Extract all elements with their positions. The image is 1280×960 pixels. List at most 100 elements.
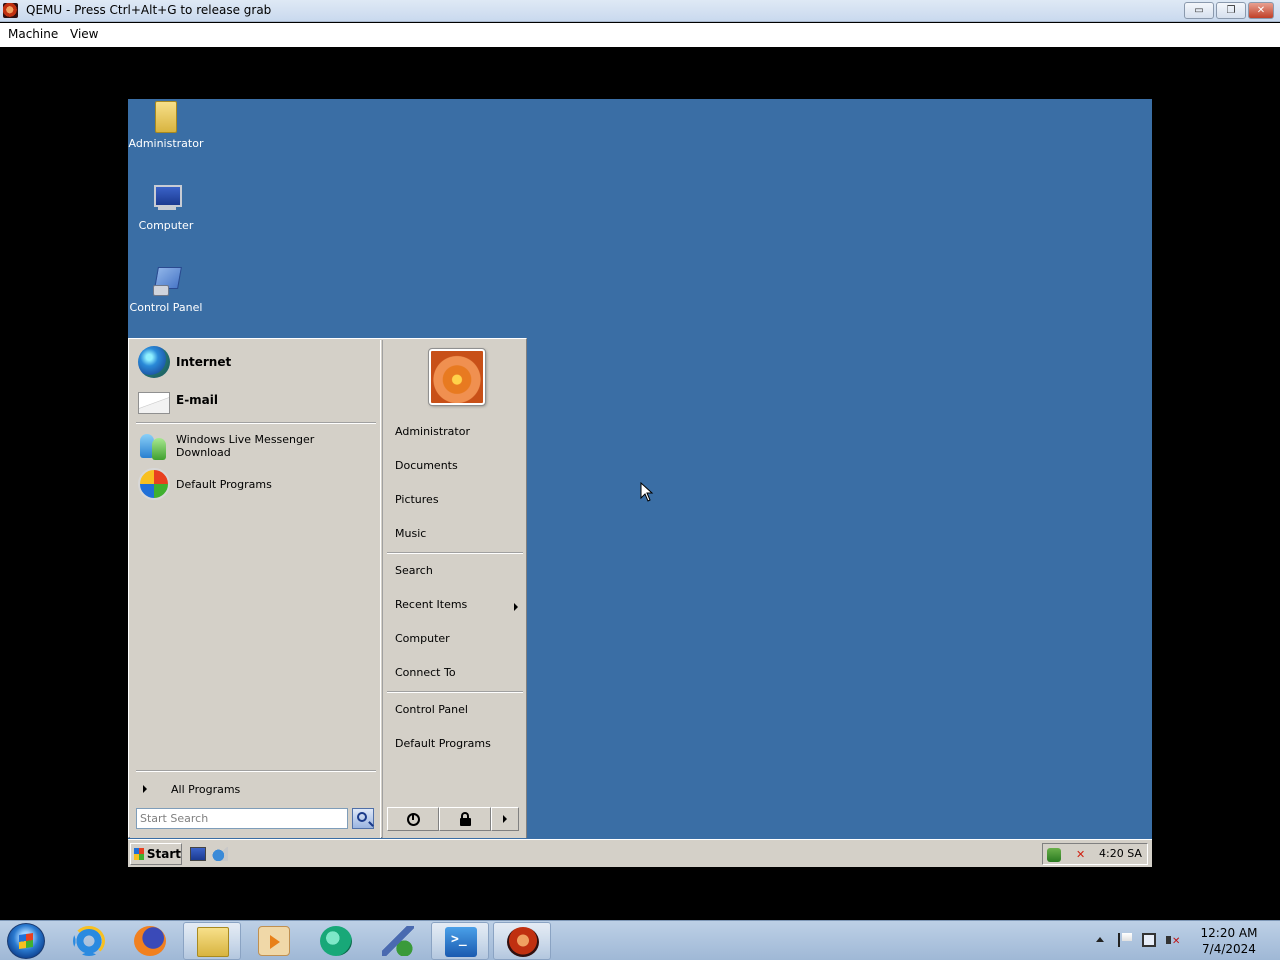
desktop-icon-administrator[interactable]: Administrator <box>128 101 204 150</box>
control-panel-icon <box>150 265 182 297</box>
host-taskbar: 12:20 AM 7/4/2024 <box>0 920 1280 960</box>
user-picture[interactable] <box>428 348 486 406</box>
taskbar-file-explorer[interactable] <box>183 922 241 960</box>
host-clock-date: 7/4/2024 <box>1202 942 1256 956</box>
qemu-app-icon <box>3 3 18 18</box>
mail-icon <box>138 392 170 414</box>
guest-clock[interactable]: 4:20 SA <box>1099 847 1142 860</box>
user-folder-icon <box>155 101 177 133</box>
taskbar-powershell[interactable] <box>431 922 489 960</box>
explorer-quicklaunch-icon[interactable] <box>212 847 228 861</box>
start-right-pictures[interactable]: Pictures <box>395 493 439 506</box>
separator <box>387 691 523 693</box>
lock-button[interactable] <box>439 807 491 831</box>
media-player-icon <box>258 926 290 956</box>
taskbar-paint[interactable] <box>369 922 427 960</box>
taskbar-internet-explorer[interactable] <box>60 922 118 960</box>
qemu-icon <box>507 927 539 957</box>
search-button[interactable] <box>352 808 374 829</box>
guest-taskbar: Start 4:20 SA <box>128 839 1152 867</box>
start-right-control-panel[interactable]: Control Panel <box>395 703 468 716</box>
show-hidden-icons-icon[interactable] <box>1096 937 1104 942</box>
folder-icon <box>197 927 229 957</box>
taskbar-firefox[interactable] <box>121 922 179 960</box>
volume-muted-icon[interactable] <box>1073 848 1087 862</box>
separator <box>136 770 376 772</box>
lock-icon <box>459 811 471 826</box>
power-bar <box>387 807 519 831</box>
taskbar-teal-app[interactable] <box>307 922 365 960</box>
start-right-connect-to[interactable]: Connect To <box>395 666 456 679</box>
start-menu-left-pane: Internet E-mail Windows Live Messenger D… <box>130 340 381 838</box>
menu-machine[interactable]: Machine <box>8 27 58 41</box>
start-search-input[interactable]: Start Search <box>136 808 348 829</box>
start-item-label: Windows Live Messenger Download <box>176 433 315 459</box>
taskbar-media-player[interactable] <box>245 922 303 960</box>
start-menu: Internet E-mail Windows Live Messenger D… <box>128 338 527 838</box>
host-system-tray: 12:20 AM 7/4/2024 <box>1090 921 1280 960</box>
close-button[interactable]: ✕ <box>1248 2 1274 19</box>
power-button[interactable] <box>387 807 439 831</box>
window-controls: ▭ ❐ ✕ <box>1184 2 1274 19</box>
start-item-label: E-mail <box>176 393 219 407</box>
arrow-right-icon <box>143 785 147 793</box>
minimize-button[interactable]: ▭ <box>1184 2 1214 19</box>
start-item-default-programs[interactable]: Default Programs <box>138 467 370 501</box>
submenu-arrow-icon <box>514 603 518 611</box>
separator <box>387 552 523 554</box>
volume-muted-icon[interactable] <box>1166 933 1180 947</box>
start-right-search[interactable]: Search <box>395 564 433 577</box>
show-desktop-icon[interactable] <box>190 847 206 861</box>
action-center-flag-icon[interactable] <box>1118 933 1132 947</box>
teal-app-icon <box>320 926 352 956</box>
desktop-icon-label: Control Panel <box>129 301 203 314</box>
start-item-email[interactable]: E-mail <box>138 383 370 417</box>
window-title: QEMU - Press Ctrl+Alt+G to release grab <box>26 3 272 17</box>
host-clock[interactable]: 12:20 AM 7/4/2024 <box>1194 925 1264 957</box>
arrow-right-icon <box>503 815 507 823</box>
desktop-icon-label: Administrator <box>128 137 204 150</box>
start-item-label: Internet <box>176 355 232 369</box>
taskbar-qemu[interactable] <box>493 922 551 960</box>
start-right-documents[interactable]: Documents <box>395 459 458 472</box>
all-programs-label: All Programs <box>171 782 241 796</box>
start-right-recent-items[interactable]: Recent Items <box>395 598 467 611</box>
paint-icon <box>382 926 414 956</box>
all-programs-button[interactable]: All Programs <box>138 779 374 799</box>
start-right-computer[interactable]: Computer <box>395 632 450 645</box>
ie-icon <box>73 926 105 956</box>
start-item-internet[interactable]: Internet <box>138 345 370 379</box>
default-programs-icon <box>138 468 170 500</box>
start-button[interactable]: Start <box>130 843 182 865</box>
globe-icon <box>138 346 170 378</box>
start-item-messenger-download[interactable]: Windows Live Messenger Download <box>138 429 370 463</box>
messenger-icon <box>138 430 170 462</box>
restore-button[interactable]: ❐ <box>1216 2 1246 19</box>
host-titlebar: QEMU - Press Ctrl+Alt+G to release grab … <box>0 0 1280 22</box>
separator <box>136 422 376 424</box>
windows-flag-icon <box>134 848 144 860</box>
start-right-administrator[interactable]: Administrator <box>395 425 470 438</box>
search-icon <box>357 812 367 822</box>
start-menu-right-pane: Administrator Documents Pictures Music S… <box>382 340 526 838</box>
host-clock-time: 12:20 AM <box>1200 926 1258 940</box>
security-shield-icon[interactable] <box>1047 848 1061 862</box>
host-start-orb[interactable] <box>7 923 45 959</box>
desktop-icon-control-panel[interactable]: Control Panel <box>128 265 204 314</box>
system-tray: 4:20 SA <box>1042 843 1148 865</box>
start-right-default-programs[interactable]: Default Programs <box>395 737 491 750</box>
network-icon[interactable] <box>1142 933 1156 947</box>
powershell-icon <box>445 927 477 957</box>
start-item-label: Default Programs <box>176 477 272 491</box>
power-icon <box>406 812 420 826</box>
computer-icon <box>150 183 182 215</box>
power-options-button[interactable] <box>491 807 519 831</box>
menu-view[interactable]: View <box>70 27 98 41</box>
start-label: Start <box>146 847 181 861</box>
start-right-music[interactable]: Music <box>395 527 426 540</box>
desktop-icon-computer[interactable]: Computer <box>128 183 204 232</box>
host-menubar: Machine View <box>0 23 1280 47</box>
guest-desktop[interactable]: Administrator Computer Control Panel Int… <box>128 99 1152 867</box>
desktop-icon-label: Computer <box>138 219 194 232</box>
firefox-icon <box>134 926 166 956</box>
